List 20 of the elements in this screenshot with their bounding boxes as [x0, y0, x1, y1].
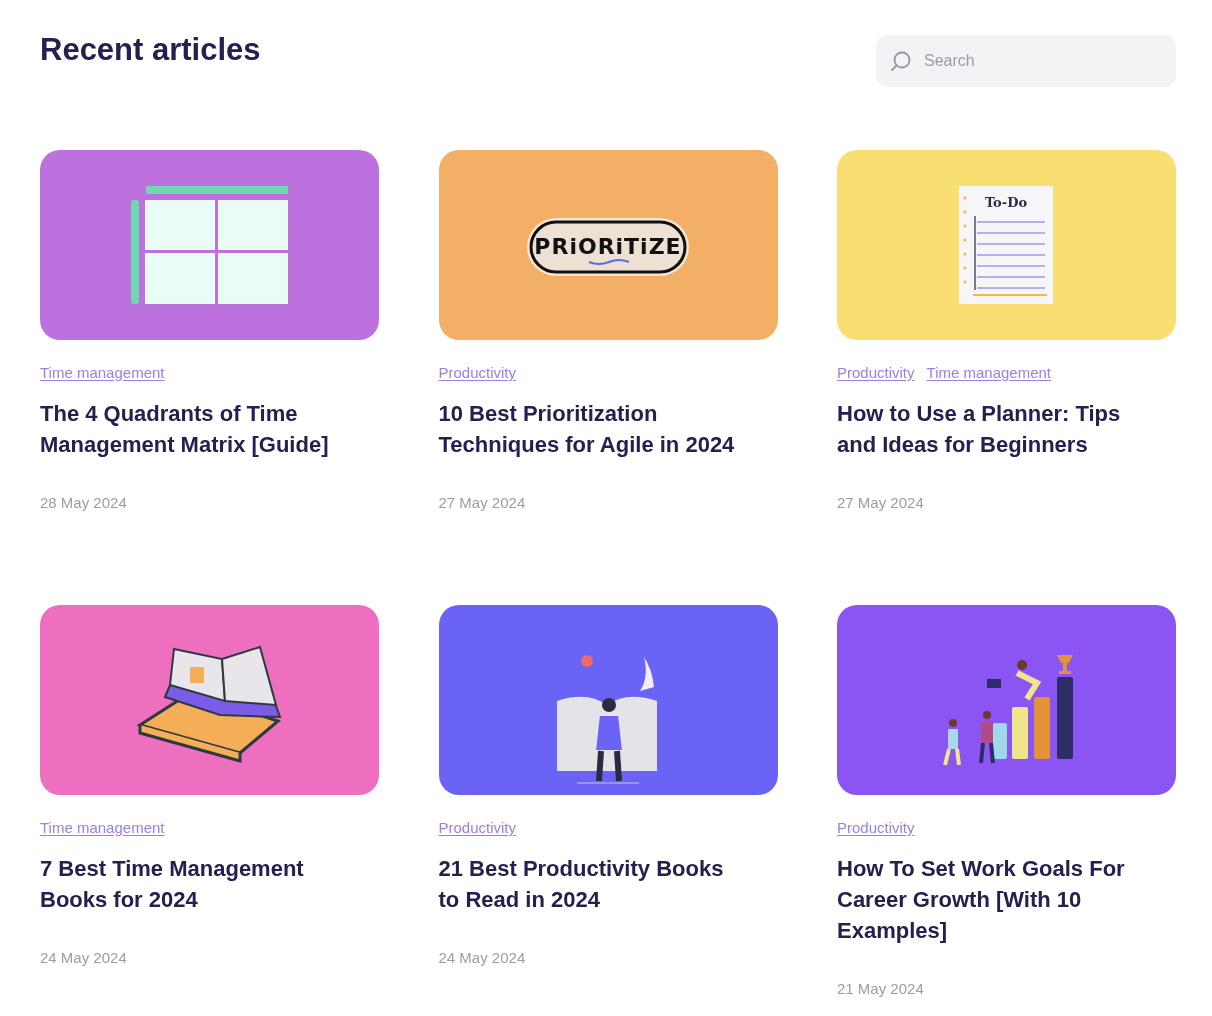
article-illustration[interactable]: To-Do [837, 150, 1176, 340]
article-title[interactable]: How to Use a Planner: Tips and Ideas for Beginners [837, 398, 1137, 460]
todo-heading: To-Do [984, 195, 1028, 210]
article-title[interactable]: How To Set Work Goals For Career Growth [With 10 Examples] [837, 853, 1137, 946]
article-date: 24 May 2024 [40, 948, 127, 968]
article-date: 21 May 2024 [837, 979, 924, 999]
article-title[interactable]: 21 Best Productivity Books to Read in 2024 [438, 853, 739, 915]
article-title[interactable]: The 4 Quadrants of Time Management Matrix [Guide] [40, 398, 340, 460]
article-date: 24 May 2024 [438, 948, 526, 968]
article-illustration[interactable] [837, 605, 1176, 795]
article-illustration[interactable]: PRiORiTiZE [438, 150, 778, 340]
article-date: 27 May 2024 [438, 493, 526, 513]
article-date: 27 May 2024 [837, 493, 924, 513]
page-title: Recent articles [40, 31, 261, 69]
article-title[interactable]: 7 Best Time Management Books for 2024 [40, 853, 340, 915]
article-title[interactable]: 10 Best Prioritization Techniques for Agile in 2024 [438, 398, 739, 460]
sticker-text: PRiORiTiZE [533, 234, 682, 259]
article-illustration[interactable] [40, 605, 379, 795]
search-field[interactable]: Search [876, 35, 1176, 87]
article-date: 28 May 2024 [40, 493, 127, 513]
